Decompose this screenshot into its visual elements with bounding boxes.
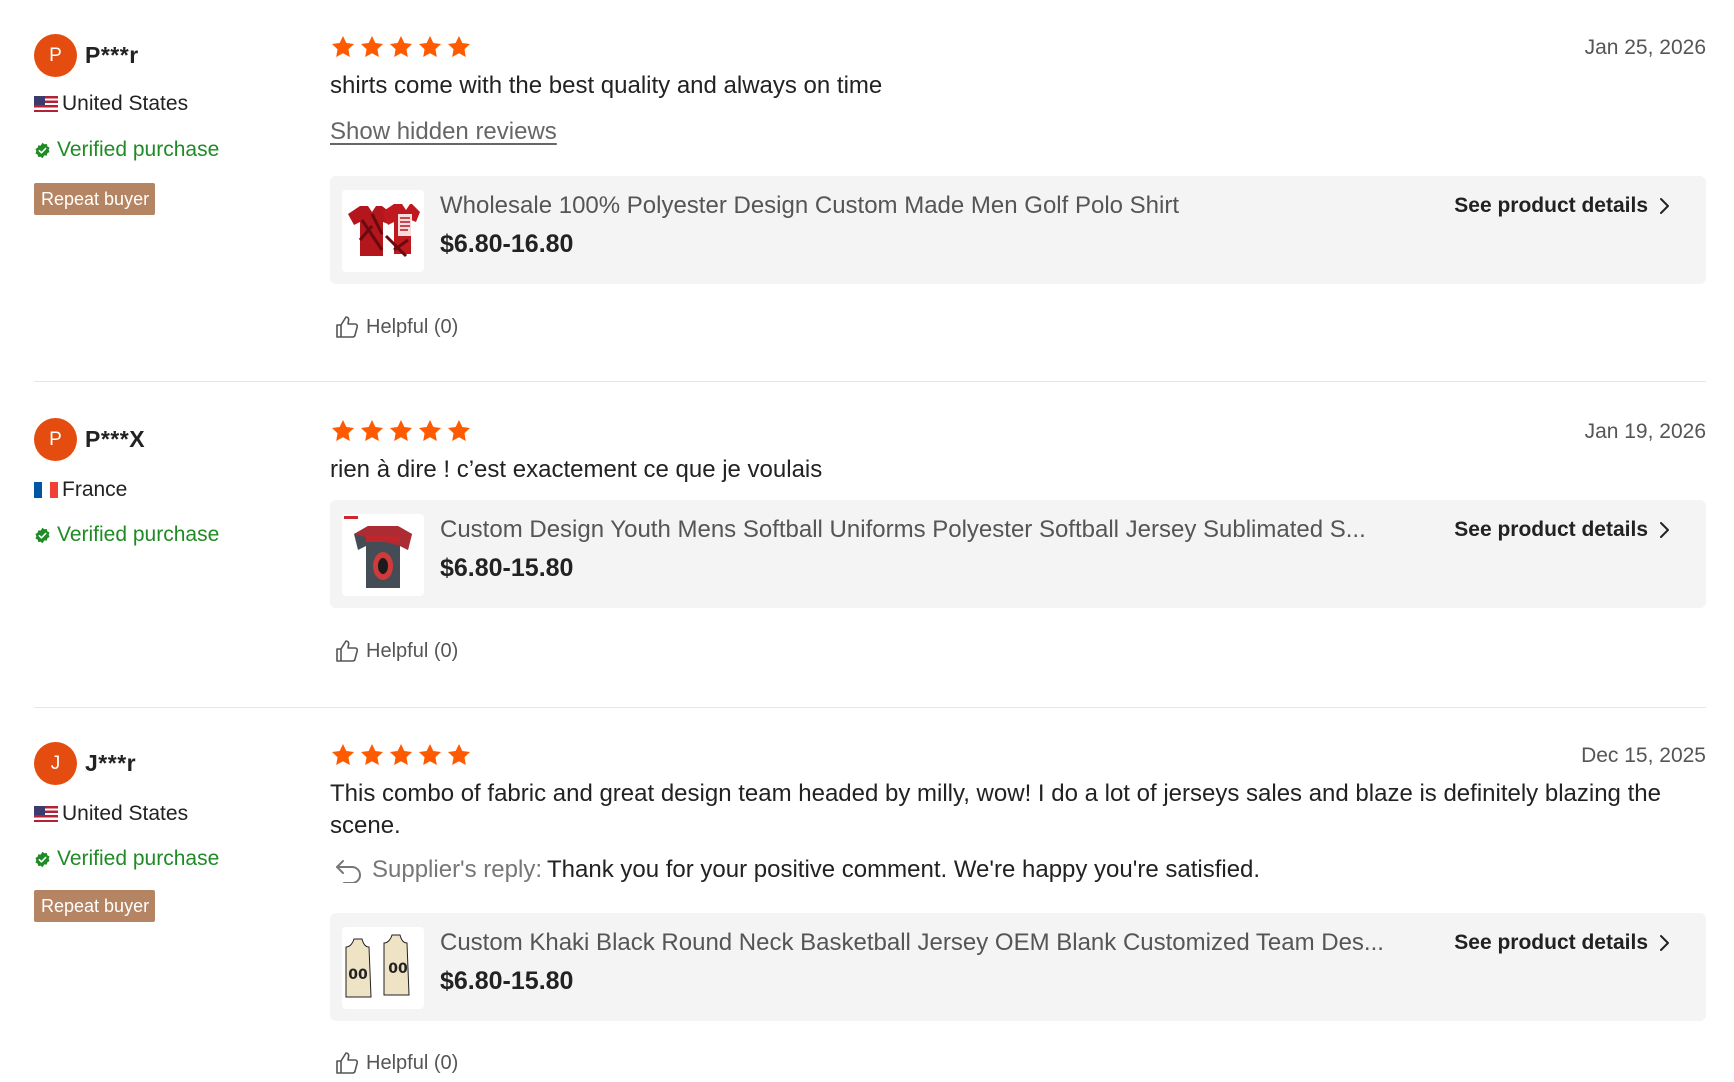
softball-jersey-image bbox=[344, 516, 412, 588]
verified-badge-icon bbox=[34, 142, 51, 159]
see-product-details-link[interactable]: See product details bbox=[1454, 518, 1670, 542]
verified-label: Verified purchase bbox=[57, 138, 220, 161]
helpful-label: Helpful (0) bbox=[366, 315, 459, 338]
star-icon bbox=[359, 418, 385, 444]
see-product-details-link[interactable]: See product details bbox=[1454, 931, 1670, 955]
product-card[interactable]: Wholesale 100% Polyester Design Custom M… bbox=[330, 176, 1706, 284]
star-icon bbox=[417, 418, 443, 444]
star-icon bbox=[359, 742, 385, 768]
product-title[interactable]: Custom Design Youth Mens Softball Unifor… bbox=[440, 516, 1430, 544]
details-label: See product details bbox=[1454, 931, 1648, 954]
reviewer-name: J***r bbox=[85, 750, 137, 776]
product-thumbnail[interactable] bbox=[342, 514, 424, 596]
product-title[interactable]: Wholesale 100% Polyester Design Custom M… bbox=[440, 192, 1430, 220]
star-icon bbox=[330, 742, 356, 768]
helpful-button[interactable]: Helpful (0) bbox=[334, 1050, 458, 1076]
fr-flag-icon bbox=[34, 482, 58, 498]
jersey-number-right: 00 bbox=[388, 961, 408, 977]
star-icon bbox=[446, 418, 472, 444]
us-flag-icon bbox=[34, 96, 58, 112]
review-text: rien à dire ! c’est exactement ce que je… bbox=[330, 456, 823, 483]
avatar: P bbox=[34, 34, 77, 77]
review-date: Dec 15, 2025 bbox=[1581, 744, 1706, 767]
helpful-label: Helpful (0) bbox=[366, 1051, 459, 1074]
star-icon bbox=[359, 34, 385, 60]
reviewer-country: United States bbox=[34, 802, 188, 826]
star-icon bbox=[330, 34, 356, 60]
product-price: $6.80-16.80 bbox=[440, 230, 574, 258]
product-price: $6.80-15.80 bbox=[440, 967, 574, 995]
reviewer-header: P P***r bbox=[34, 34, 139, 77]
helpful-button[interactable]: Helpful (0) bbox=[334, 638, 458, 664]
basketball-jersey-image: 00 00 bbox=[345, 934, 410, 998]
product-price: $6.80-15.80 bbox=[440, 554, 574, 582]
review-date: Jan 25, 2026 bbox=[1584, 36, 1706, 59]
details-label: See product details bbox=[1454, 518, 1648, 541]
star-icon bbox=[446, 34, 472, 60]
thumbs-up-icon bbox=[334, 1050, 360, 1076]
reviewer-header: J J***r bbox=[34, 742, 136, 785]
country-name: United States bbox=[62, 802, 189, 825]
us-flag-icon bbox=[34, 806, 58, 822]
verified-badge-icon bbox=[34, 851, 51, 868]
chevron-right-icon bbox=[1658, 521, 1670, 539]
review-date: Jan 19, 2026 bbox=[1584, 420, 1706, 443]
verified-label: Verified purchase bbox=[57, 847, 220, 870]
product-thumbnail[interactable] bbox=[342, 190, 424, 272]
helpful-button[interactable]: Helpful (0) bbox=[334, 314, 458, 340]
helpful-label: Helpful (0) bbox=[366, 639, 459, 662]
show-hidden-reviews-link[interactable]: Show hidden reviews bbox=[330, 118, 557, 146]
reviewer-header: P P***X bbox=[34, 418, 145, 461]
star-icon bbox=[330, 418, 356, 444]
verified-label: Verified purchase bbox=[57, 523, 220, 546]
avatar: P bbox=[34, 418, 77, 461]
reply-icon bbox=[334, 857, 364, 883]
verified-badge-icon bbox=[34, 527, 51, 544]
supplier-reply-text: Thank you for your positive comment. We'… bbox=[547, 856, 1261, 883]
star-icon bbox=[446, 742, 472, 768]
review-text: shirts come with the best quality and al… bbox=[330, 72, 883, 99]
product-thumbnail[interactable]: 00 00 bbox=[342, 927, 424, 1009]
star-icon bbox=[417, 742, 443, 768]
verified-purchase: Verified purchase bbox=[34, 523, 219, 547]
star-icon bbox=[388, 418, 414, 444]
star-rating bbox=[330, 418, 475, 444]
reviewer-name: P***r bbox=[85, 42, 139, 68]
polo-shirt-image bbox=[348, 204, 420, 258]
review-item: P P***r United States Verified purchase … bbox=[34, 0, 1706, 382]
product-title[interactable]: Custom Khaki Black Round Neck Basketball… bbox=[440, 929, 1430, 957]
supplier-reply-label: Supplier's reply: bbox=[372, 856, 542, 883]
thumbs-up-icon bbox=[334, 314, 360, 340]
thumbs-up-icon bbox=[334, 638, 360, 664]
details-label: See product details bbox=[1454, 194, 1648, 217]
chevron-right-icon bbox=[1658, 197, 1670, 215]
avatar: J bbox=[34, 742, 77, 785]
star-icon bbox=[388, 742, 414, 768]
repeat-buyer-badge: Repeat buyer bbox=[34, 183, 156, 215]
verified-purchase: Verified purchase bbox=[34, 138, 219, 162]
country-name: France bbox=[62, 478, 128, 501]
reviewer-country: France bbox=[34, 478, 127, 502]
star-icon bbox=[388, 34, 414, 60]
review-text: This combo of fabric and great design te… bbox=[330, 780, 1661, 839]
supplier-reply: Supplier's reply: Thank you for your pos… bbox=[330, 856, 1260, 884]
chevron-right-icon bbox=[1658, 934, 1670, 952]
star-rating bbox=[330, 34, 475, 60]
star-icon bbox=[417, 34, 443, 60]
see-product-details-link[interactable]: See product details bbox=[1454, 194, 1670, 218]
product-card[interactable]: 00 00 Custom Khaki Black Round Neck Bask… bbox=[330, 913, 1706, 1021]
country-name: United States bbox=[62, 92, 189, 115]
verified-purchase: Verified purchase bbox=[34, 847, 219, 871]
repeat-buyer-badge: Repeat buyer bbox=[34, 890, 156, 922]
review-item: J J***r United States Verified purchase … bbox=[34, 708, 1706, 1082]
review-item: P P***X France Verified purchase Jan 19,… bbox=[34, 382, 1706, 708]
reviewer-country: United States bbox=[34, 92, 188, 116]
product-card[interactable]: Custom Design Youth Mens Softball Unifor… bbox=[330, 500, 1706, 608]
jersey-number-left: 00 bbox=[348, 967, 368, 983]
star-rating bbox=[330, 742, 475, 768]
reviewer-name: P***X bbox=[85, 426, 146, 452]
